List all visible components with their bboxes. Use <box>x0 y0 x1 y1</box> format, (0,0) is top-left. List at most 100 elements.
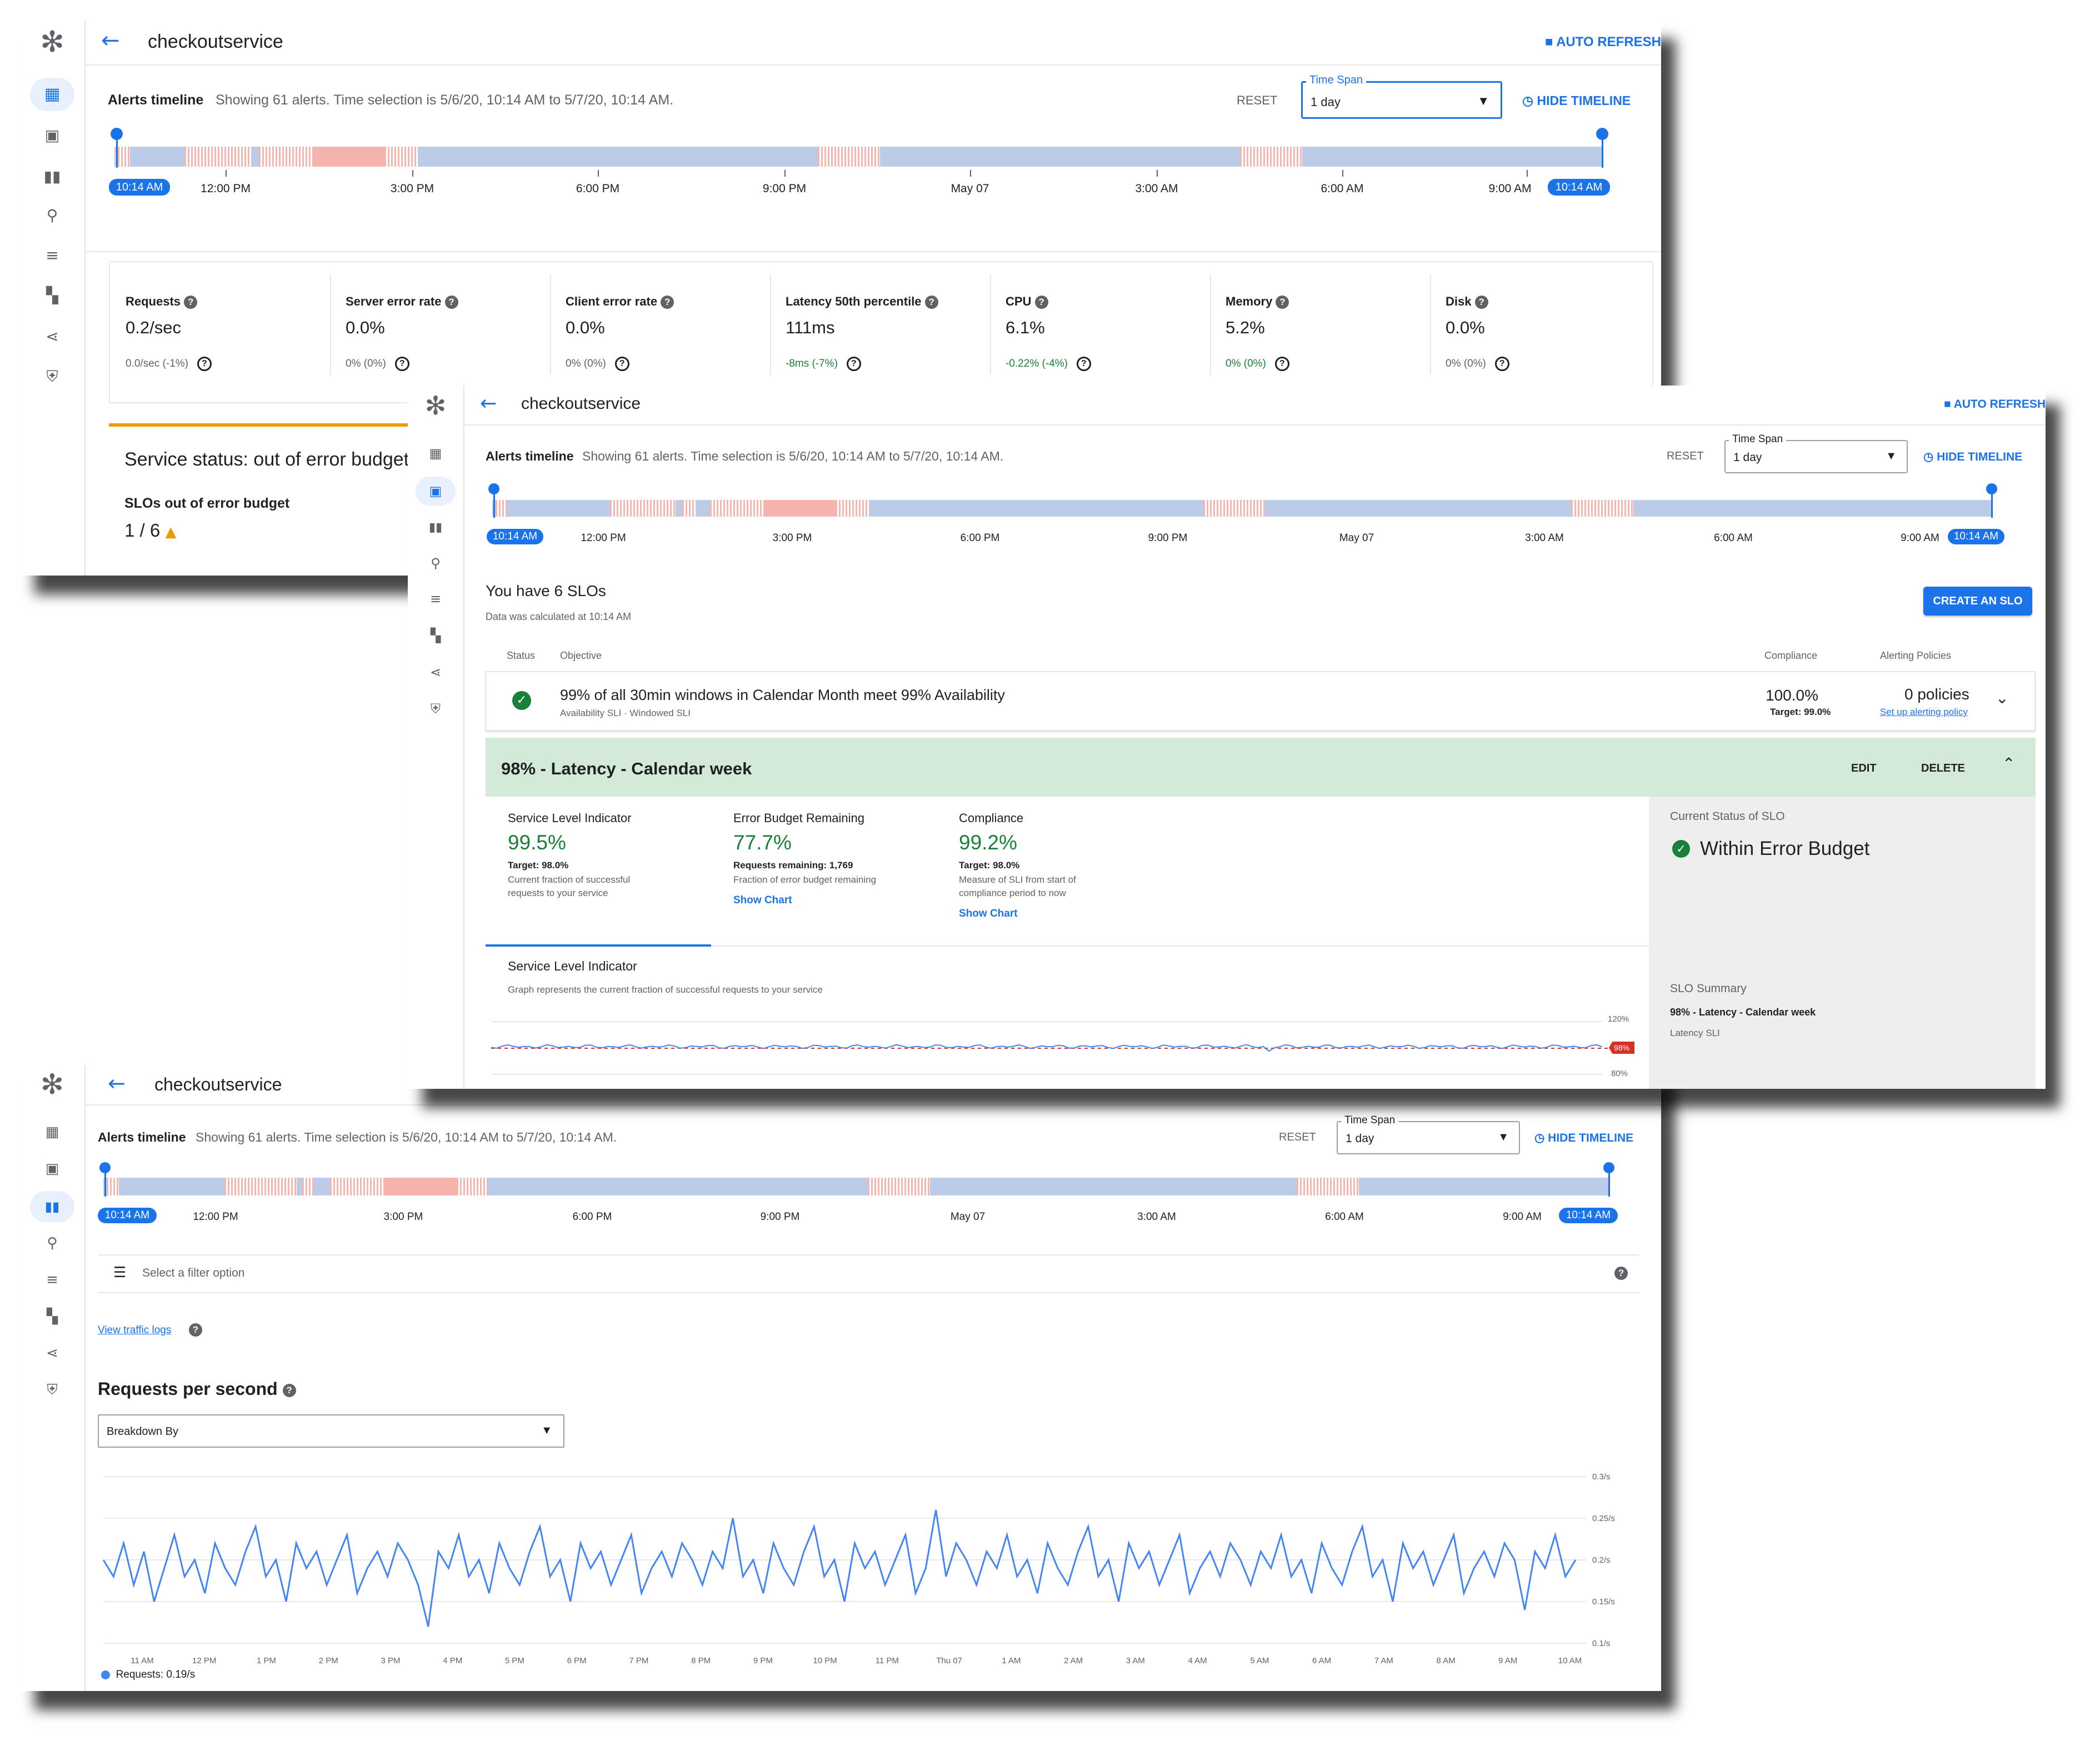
hide-timeline-button[interactable]: ◷ HIDE TIMELINE <box>1534 1131 1633 1145</box>
app-logo-icon[interactable]: ✻ <box>40 28 64 57</box>
start-handle[interactable] <box>111 128 123 140</box>
slo-window: ✻ ▦ ▣ ▮▮ ⚲ ≡ ▚ ⋖ ⛨ ← checkoutservice ■ A… <box>408 386 2046 1089</box>
end-handle[interactable] <box>1603 1162 1614 1173</box>
auto-refresh-button[interactable]: ■ AUTO REFRESH <box>1944 398 2046 411</box>
nav-slo-icon[interactable]: ▣ <box>45 128 59 143</box>
reset-button[interactable]: RESET <box>1667 450 1704 463</box>
nav-security-icon[interactable]: ⛨ <box>46 369 58 384</box>
back-arrow-icon[interactable]: ← <box>108 1071 126 1095</box>
hide-timeline-button[interactable]: ◷ HIDE TIMELINE <box>1522 93 1631 108</box>
timespan-select[interactable]: Time Span 1 day ▼ <box>1301 74 1502 119</box>
timeline-bar[interactable] <box>114 147 1602 167</box>
compliance-show-chart-link[interactable]: Show Chart <box>959 908 1018 920</box>
clock-icon: ◷ <box>1923 451 1934 463</box>
app-logo-icon[interactable]: ✻ <box>425 393 447 418</box>
nav-logs-icon[interactable]: ≡ <box>430 592 441 606</box>
hide-timeline-button[interactable]: ◷ HIDE TIMELINE <box>1923 450 2022 464</box>
help-icon[interactable]: ? <box>1474 296 1488 309</box>
app-logo-icon[interactable]: ✻ <box>41 1070 64 1098</box>
nav-overview-icon[interactable]: ▦ <box>30 78 74 111</box>
x-tick-label: 2 PM <box>319 1656 338 1665</box>
timespan-select[interactable]: Time Span 1 day ▼ <box>1337 1114 1520 1154</box>
back-arrow-icon[interactable]: ← <box>101 28 120 53</box>
ebr-tab[interactable]: Error Budget Remaining 77.7% Requests re… <box>711 797 937 947</box>
reset-button[interactable]: RESET <box>1279 1131 1316 1144</box>
nav-logs-icon[interactable]: ≡ <box>46 1273 58 1287</box>
filter-bar[interactable]: ☰ Select a filter option ? <box>98 1255 1639 1291</box>
nav-instances-icon[interactable]: ▚ <box>431 629 441 642</box>
nav-logs-icon[interactable]: ≡ <box>46 248 58 263</box>
help-icon[interactable]: ? <box>444 296 458 309</box>
help-icon[interactable]: ? <box>197 357 212 371</box>
back-arrow-icon[interactable]: ← <box>480 392 497 415</box>
start-handle[interactable] <box>488 483 499 494</box>
metric-value: 0.0% <box>346 318 385 337</box>
end-handle[interactable] <box>1596 128 1608 140</box>
column-header-alerting: Alerting Policies <box>1880 650 1952 661</box>
breakdown-select[interactable]: Breakdown By ▼ <box>98 1414 564 1448</box>
help-icon[interactable]: ? <box>924 296 938 309</box>
nav-topology-icon[interactable]: ⚲ <box>47 1236 57 1250</box>
slo-objective-sub: Availability SLI · Windowed SLI <box>560 708 691 718</box>
view-traffic-logs-link[interactable]: View traffic logs <box>98 1324 171 1337</box>
sli-tab[interactable]: Service Level Indicator 99.5% Target: 98… <box>486 797 711 947</box>
help-icon[interactable]: ? <box>1076 357 1091 371</box>
start-handle[interactable] <box>99 1162 111 1173</box>
nav-topology-icon[interactable]: ⚲ <box>431 557 441 570</box>
delete-button[interactable]: DELETE <box>1921 762 1965 775</box>
auto-refresh-button[interactable]: ■ AUTO REFRESH <box>1545 34 1661 50</box>
nav-share-icon[interactable]: ⋖ <box>46 329 58 344</box>
left-nav: ✻ ▦ ▣ ▮▮ ⚲ ≡ ▚ ⋖ ⛨ <box>20 1065 86 1691</box>
nav-instances-icon[interactable]: ▚ <box>47 1309 58 1324</box>
alert-segment <box>710 500 763 517</box>
nav-share-icon[interactable]: ⋖ <box>430 666 441 679</box>
alert-segment <box>384 147 418 167</box>
nav-metrics-icon[interactable]: ▮▮ <box>44 169 61 184</box>
ebr-show-chart-link[interactable]: Show Chart <box>733 894 792 907</box>
end-handle[interactable] <box>1986 483 1997 494</box>
alert-segment <box>496 500 507 517</box>
timeline-track <box>103 1178 1610 1195</box>
tick-label: 3:00 PM <box>772 532 812 544</box>
help-icon[interactable]: ? <box>661 296 674 309</box>
help-icon[interactable]: ? <box>1034 296 1048 309</box>
help-icon[interactable]: ? <box>184 296 198 309</box>
nav-overview-icon[interactable]: ▦ <box>429 447 442 460</box>
help-icon[interactable]: ? <box>1276 296 1289 309</box>
divider <box>86 251 1661 252</box>
timeline-bar[interactable] <box>103 1178 1610 1195</box>
nav-slo-icon[interactable]: ▣ <box>46 1162 59 1176</box>
reset-button[interactable]: RESET <box>1237 93 1277 108</box>
filter-input[interactable]: Select a filter option <box>142 1267 244 1280</box>
help-icon[interactable]: ? <box>1614 1267 1628 1280</box>
alert-segment <box>610 500 676 517</box>
edit-button[interactable]: EDIT <box>1851 762 1877 775</box>
nav-metrics-icon[interactable]: ▮▮ <box>30 1191 74 1222</box>
collapse-chevron-icon[interactable]: ⌃ <box>2002 754 2015 773</box>
help-icon[interactable]: ? <box>614 357 629 371</box>
nav-security-icon[interactable]: ⛨ <box>431 702 441 716</box>
nav-topology-icon[interactable]: ⚲ <box>47 208 58 223</box>
nav-security-icon[interactable]: ⛨ <box>47 1383 58 1397</box>
nav-share-icon[interactable]: ⋖ <box>46 1346 58 1360</box>
nav-slo-icon[interactable]: ▣ <box>416 477 456 506</box>
help-icon[interactable]: ? <box>846 357 861 371</box>
nav-overview-icon[interactable]: ▦ <box>46 1125 59 1139</box>
slo-expanded-header[interactable]: 98% - Latency - Calendar week EDIT DELET… <box>486 738 2036 797</box>
nav-instances-icon[interactable]: ▚ <box>46 288 58 303</box>
help-icon[interactable]: ? <box>189 1323 202 1337</box>
timespan-select[interactable]: Time Span 1 day ▼ <box>1724 433 1908 473</box>
compliance-desc: Measure of SLI from start of <box>959 874 1076 885</box>
help-icon[interactable]: ? <box>1274 357 1289 371</box>
compliance-tab[interactable]: Compliance 99.2% Target: 98.0% Measure o… <box>937 797 1649 947</box>
setup-alerting-link[interactable]: Set up alerting policy <box>1880 707 1968 718</box>
help-icon[interactable]: ? <box>394 357 409 371</box>
nav-metrics-icon[interactable]: ▮▮ <box>429 522 442 534</box>
slo-row[interactable]: ✓ 99% of all 30min windows in Calendar M… <box>486 671 2036 731</box>
timeline-bar[interactable] <box>492 500 1992 517</box>
expand-chevron-icon[interactable]: ⌄ <box>1996 689 2008 707</box>
help-icon[interactable]: ? <box>1494 357 1509 371</box>
help-icon[interactable]: ? <box>282 1383 296 1397</box>
x-tick-label: 9 AM <box>1498 1656 1517 1665</box>
create-slo-button[interactable]: CREATE AN SLO <box>1923 587 2032 616</box>
